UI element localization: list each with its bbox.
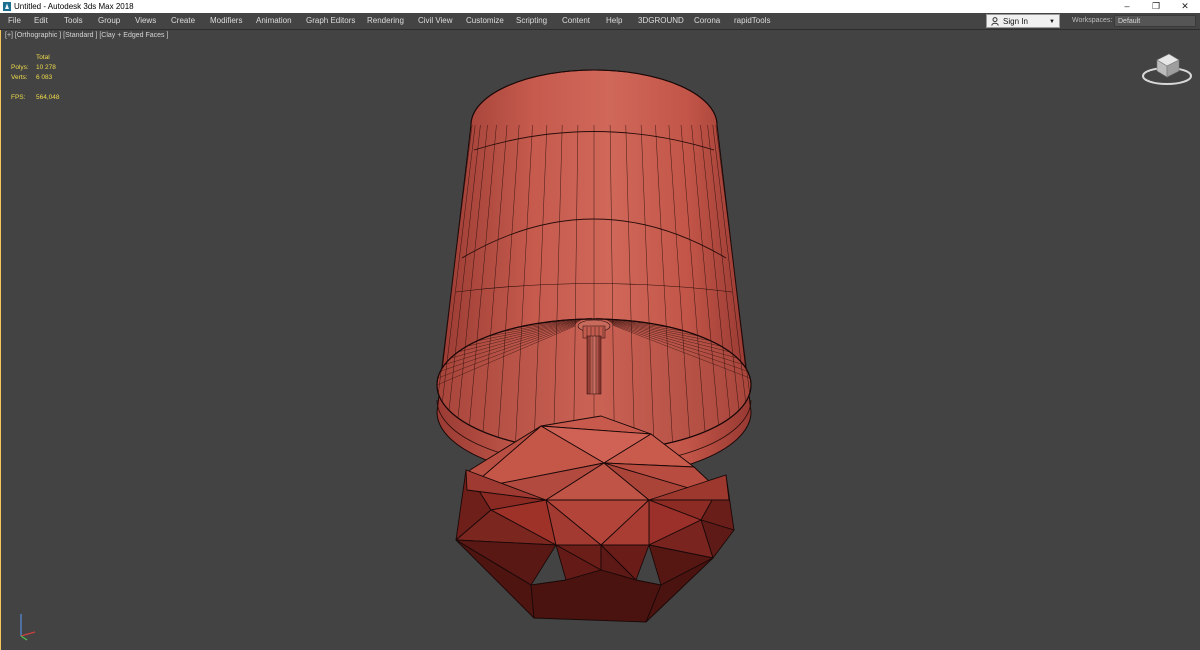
app-window: Untitled - Autodesk 3ds Max 2018 – ❐ ✕ F… — [0, 0, 1200, 650]
scene-mesh — [436, 69, 752, 623]
maximize-button[interactable]: ❐ — [1143, 0, 1169, 13]
menu-edit[interactable]: Edit — [34, 13, 48, 29]
polys-value: 10 278 — [36, 64, 56, 71]
workspaces-select[interactable]: Default — [1114, 15, 1196, 27]
menu-graph-editors[interactable]: Graph Editors — [306, 13, 355, 29]
menu-animation[interactable]: Animation — [256, 13, 292, 29]
polys-label: Polys: — [11, 64, 29, 71]
close-button[interactable]: ✕ — [1172, 0, 1198, 13]
menu-create[interactable]: Create — [171, 13, 195, 29]
menu-rendering[interactable]: Rendering — [367, 13, 404, 29]
viewcube-icon[interactable] — [1139, 48, 1195, 88]
menu-civil-view[interactable]: Civil View — [418, 13, 453, 29]
menu-bar: File Edit Tools Group Views Create Modif… — [0, 13, 1200, 30]
menu-content[interactable]: Content — [562, 13, 590, 29]
viewport-label[interactable]: [+] [Orthographic ] [Standard ] [Clay + … — [5, 32, 168, 39]
verts-label: Verts: — [11, 74, 28, 81]
menu-help[interactable]: Help — [606, 13, 622, 29]
app-icon — [3, 2, 11, 11]
menu-rapidtools[interactable]: rapidTools — [734, 13, 770, 29]
menu-group[interactable]: Group — [98, 13, 120, 29]
sign-in-dropdown[interactable]: Sign In ▼ — [986, 14, 1060, 28]
viewport[interactable]: [+] [Orthographic ] [Standard ] [Clay + … — [0, 30, 1200, 650]
menu-corona[interactable]: Corona — [694, 13, 720, 29]
menu-customize[interactable]: Customize — [466, 13, 504, 29]
workspaces-value: Default — [1118, 18, 1141, 25]
menu-modifiers[interactable]: Modifiers — [210, 13, 242, 29]
axis-tripod-icon — [20, 614, 36, 641]
window-title: Untitled - Autodesk 3ds Max 2018 — [14, 2, 134, 11]
fps-label: FPS: — [11, 94, 26, 101]
verts-value: 6 083 — [36, 74, 53, 81]
title-bar: Untitled - Autodesk 3ds Max 2018 – ❐ ✕ — [0, 0, 1200, 13]
menu-views[interactable]: Views — [135, 13, 156, 29]
menu-3dground[interactable]: 3DGROUND — [638, 13, 684, 29]
menu-scripting[interactable]: Scripting — [516, 13, 547, 29]
dropdown-caret-icon: ▼ — [1049, 19, 1055, 25]
menu-tools[interactable]: Tools — [64, 13, 83, 29]
stats-header: Total — [36, 54, 50, 61]
person-icon — [991, 17, 999, 26]
sign-in-label: Sign In — [1003, 17, 1028, 26]
workspaces-label: Workspaces: — [1072, 17, 1113, 24]
fps-value: 564,048 — [36, 94, 60, 101]
minimize-button[interactable]: – — [1114, 0, 1140, 13]
menu-file[interactable]: File — [8, 13, 21, 29]
